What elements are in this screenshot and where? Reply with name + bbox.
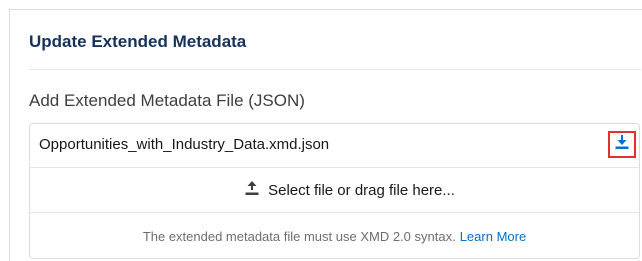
section-label: Add Extended Metadata File (JSON)	[29, 91, 305, 110]
divider	[29, 69, 641, 70]
file-upload-box: Opportunities_with_Industry_Data.xmd.jso…	[29, 123, 640, 259]
panel-title: Update Extended Metadata	[29, 32, 247, 51]
extended-metadata-panel: Update Extended Metadata Add Extended Me…	[9, 9, 642, 261]
download-button[interactable]	[608, 131, 636, 158]
file-dropzone[interactable]: Select file or drag file here...	[30, 168, 639, 213]
download-icon	[614, 134, 630, 155]
upload-icon	[244, 180, 260, 201]
help-text-row: The extended metadata file must use XMD …	[30, 213, 639, 260]
help-text: The extended metadata file must use XMD …	[142, 229, 456, 244]
selected-file-row: Opportunities_with_Industry_Data.xmd.jso…	[30, 124, 639, 168]
learn-more-link[interactable]: Learn More	[460, 229, 526, 244]
file-name: Opportunities_with_Industry_Data.xmd.jso…	[39, 136, 330, 153]
dropzone-label: Select file or drag file here...	[268, 181, 455, 199]
dropzone-content: Select file or drag file here...	[244, 180, 455, 201]
